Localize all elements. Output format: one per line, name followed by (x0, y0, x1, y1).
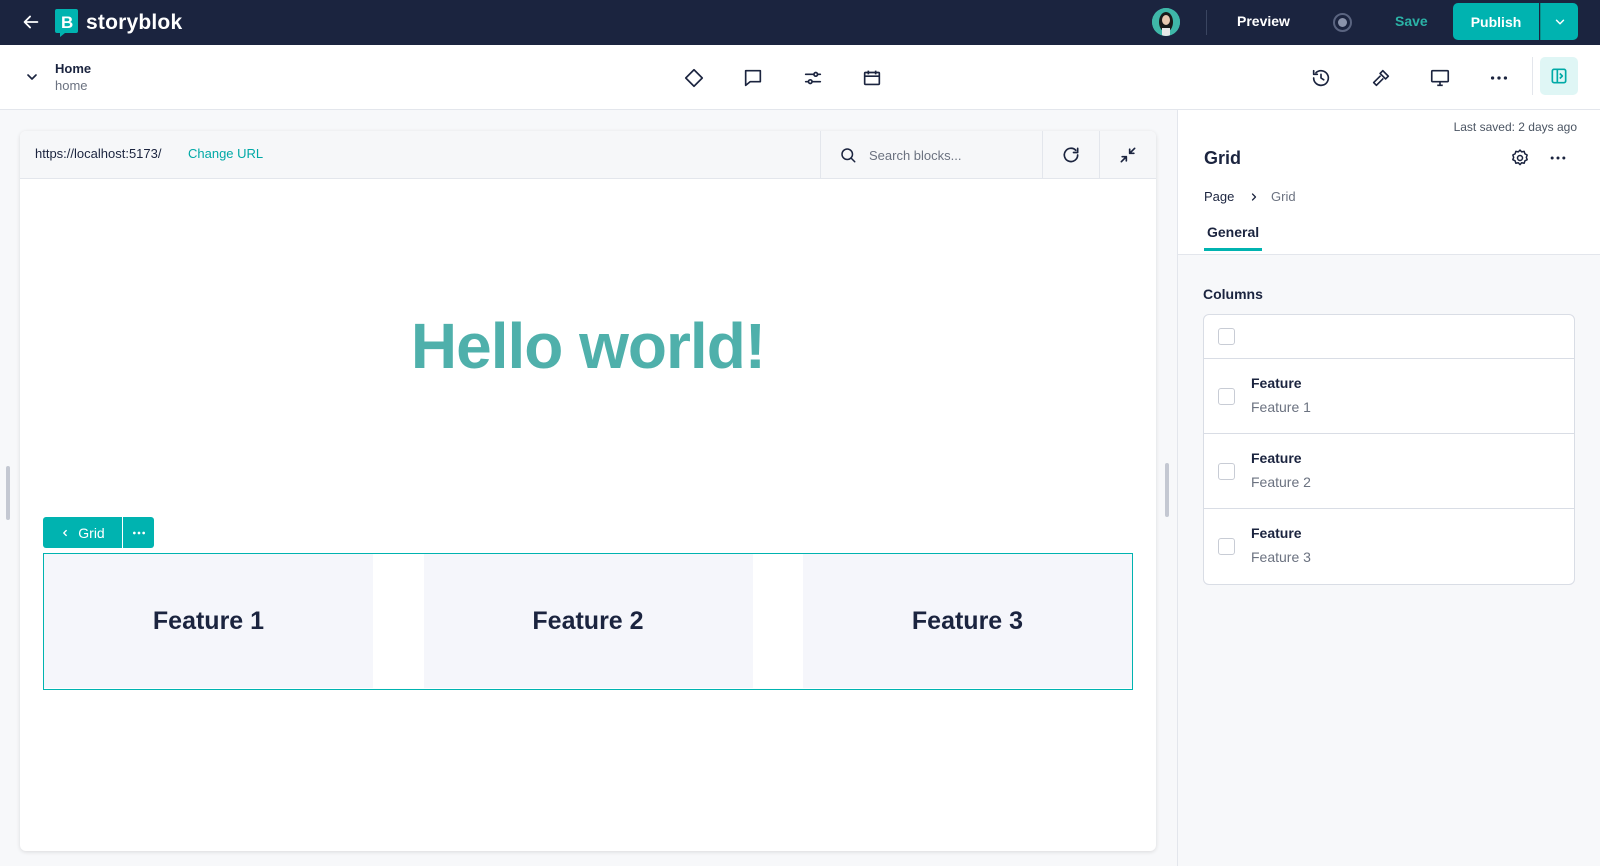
panel-toggle-button[interactable] (1540, 57, 1578, 95)
more-icon (132, 531, 145, 534)
record-icon[interactable] (1333, 13, 1352, 32)
publish-button[interactable]: Publish (1453, 3, 1539, 40)
desktop-icon[interactable] (1429, 67, 1451, 89)
columns-list-header (1204, 315, 1574, 359)
columns-list: Feature Feature 1 Feature Feature 2 Feat… (1203, 314, 1575, 585)
diamond-icon[interactable] (683, 67, 705, 89)
grid-block-options-button[interactable] (123, 517, 154, 548)
panel-header: Last saved: 2 days ago Grid Page Grid Ge… (1178, 110, 1600, 255)
history-icon[interactable] (1310, 67, 1332, 89)
more-icon[interactable] (1488, 67, 1510, 89)
chevron-left-icon (63, 529, 68, 536)
preview-button[interactable]: Preview (1237, 13, 1290, 29)
story-toolbar: Home home (0, 45, 1600, 110)
feature-block[interactable]: Feature 3 (803, 554, 1132, 688)
feature-block[interactable]: Feature 2 (423, 554, 753, 688)
collapse-button[interactable] (1099, 131, 1156, 179)
top-bar: B storyblok Preview Save Publish (0, 0, 1600, 45)
svg-text:B: B (61, 13, 73, 32)
columns-field-label: Columns (1203, 286, 1263, 302)
refresh-icon (1063, 147, 1079, 163)
story-name: Home (55, 61, 92, 76)
list-item[interactable]: Feature Feature 2 (1204, 434, 1574, 509)
calendar-icon[interactable] (861, 67, 883, 89)
visual-editor-frame: https://localhost:5173/ Change URL Hello… (20, 131, 1156, 851)
collapse-icon (1120, 147, 1136, 163)
search-icon (841, 148, 856, 163)
item-checkbox[interactable] (1218, 388, 1235, 405)
feature-block[interactable]: Feature 1 (44, 554, 373, 688)
app-name: storyblok (86, 11, 183, 34)
gear-icon[interactable] (1510, 148, 1530, 168)
chevron-right-icon (1251, 193, 1257, 201)
back-arrow-icon[interactable] (20, 11, 42, 33)
item-name: Feature 2 (1251, 474, 1311, 490)
publish-options-button[interactable] (1540, 3, 1578, 40)
item-name: Feature 1 (1251, 399, 1311, 415)
tools-icon[interactable] (1370, 67, 1392, 89)
hero-title[interactable]: Hello world! (20, 309, 1156, 383)
comment-icon[interactable] (742, 67, 764, 89)
storyblok-logo-icon: B (55, 9, 78, 37)
item-name: Feature 3 (1251, 549, 1311, 565)
avatar[interactable] (1152, 8, 1180, 36)
block-search (820, 131, 1042, 179)
more-icon[interactable] (1548, 148, 1568, 168)
left-resize-handle[interactable] (6, 466, 10, 520)
grid-block-name: Grid (78, 524, 105, 541)
url-bar: https://localhost:5173/ Change URL (20, 131, 1156, 179)
preview-url: https://localhost:5173/ (35, 146, 162, 161)
user-avatar-icon (1152, 8, 1180, 36)
search-blocks-input[interactable] (869, 143, 1029, 167)
select-all-checkbox[interactable] (1218, 328, 1235, 345)
change-url-link[interactable]: Change URL (188, 146, 263, 161)
grid-block-label: Grid (43, 517, 154, 548)
refresh-button[interactable] (1042, 131, 1099, 179)
item-type: Feature (1251, 450, 1302, 466)
panel-toggle-icon (1551, 68, 1567, 84)
chevron-down-icon (1555, 19, 1564, 24)
list-item[interactable]: Feature Feature 3 (1204, 509, 1574, 584)
panel-resize-handle[interactable] (1165, 463, 1169, 517)
item-checkbox[interactable] (1218, 538, 1235, 555)
list-item[interactable]: Feature Feature 1 (1204, 359, 1574, 434)
panel-title: Grid (1204, 148, 1242, 168)
toolbar-separator (1532, 57, 1533, 95)
story-slug: home (55, 78, 88, 93)
tab-general[interactable]: General (1204, 224, 1263, 251)
item-checkbox[interactable] (1218, 463, 1235, 480)
save-button[interactable]: Save (1395, 13, 1428, 29)
storyblok-logo[interactable]: B storyblok (55, 9, 182, 37)
block-editor-panel: Last saved: 2 days ago Grid Page Grid Ge… (1177, 110, 1600, 866)
chevron-down-icon[interactable] (24, 69, 40, 85)
topbar-divider (1206, 10, 1207, 35)
grid-block[interactable]: Feature 1 Feature 2 Feature 3 (43, 553, 1133, 690)
item-type: Feature (1251, 375, 1302, 391)
breadcrumb-page[interactable]: Page (1204, 189, 1234, 204)
breadcrumb-current: Grid (1271, 189, 1296, 204)
grid-select-parent-button[interactable]: Grid (43, 517, 122, 548)
settings-sliders-icon[interactable] (802, 67, 824, 89)
last-saved-status: Last saved: 2 days ago (1453, 120, 1577, 134)
item-type: Feature (1251, 525, 1302, 541)
